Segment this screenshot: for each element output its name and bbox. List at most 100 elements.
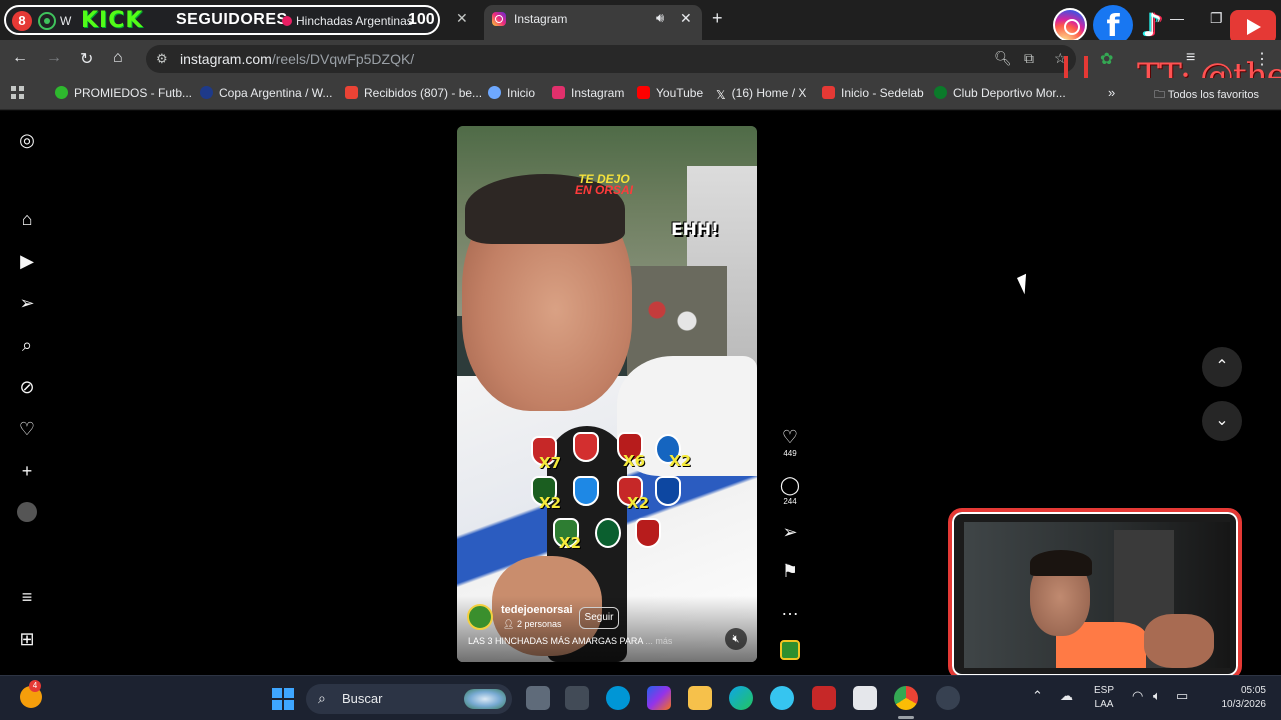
youtube-logo-icon [1230,10,1276,44]
bookmark-gmail[interactable]: Recibidos (807) - be... [345,86,482,102]
onedrive-icon[interactable]: ☁ [1060,688,1073,704]
search-icon[interactable]: ⌕ [17,335,37,355]
create-plus-icon[interactable]: + [17,461,37,481]
facebook-logo-icon: f [1093,5,1133,45]
task-view-icon[interactable] [526,686,550,710]
club-crest [655,476,681,506]
tab-audio-icon[interactable]: 🔊︎ [656,10,664,26]
store-icon[interactable] [853,686,877,710]
account-collab-count: 👤︎ 2 personas [503,619,562,629]
webcam-hair [1030,550,1092,576]
mute-icon[interactable]: 🔇︎ [725,628,747,650]
extension-icon[interactable]: ✿ [1100,49,1113,69]
follow-button[interactable]: Seguir [579,607,619,629]
notification-badge: 8 [12,11,32,31]
audio-track-thumbnail[interactable] [780,640,800,660]
next-reel-button[interactable]: ⌄ [1202,401,1242,441]
crest-multiplier: X2 [539,494,562,512]
crest-multiplier: X7 [539,454,562,472]
chrome-icon[interactable] [894,686,918,710]
bookmark-copa-argentina[interactable]: Copa Argentina / W... [200,86,332,102]
home-icon[interactable]: ⌂ [113,49,123,67]
webcam-arm [1144,614,1214,668]
more-options-button[interactable]: … [775,599,805,619]
direct-messages-icon[interactable]: ➢ [17,293,37,313]
account-avatar[interactable] [467,604,493,630]
more-menu-icon[interactable]: ≡ [17,587,37,607]
all-bookmarks-folder[interactable]: 🗀︎ Todos los favoritos [1154,86,1259,105]
instagram-logo-icon[interactable]: ◎ [17,130,37,150]
bookmark-youtube[interactable]: YouTube [637,86,703,102]
back-arrow-icon[interactable]: ← [12,49,28,67]
bookmark-sedelab[interactable]: Inicio - Sedelab [822,86,924,102]
bookmark-club-deportivo[interactable]: Club Deportivo Mor... [934,86,1066,102]
notifications-heart-icon[interactable]: ♡ [17,419,37,439]
close-tab-icon[interactable]: ✕ [680,10,692,27]
restore-icon[interactable]: ❐ [1210,10,1223,27]
volume-icon[interactable]: 🔈︎ [1153,688,1161,704]
widgets-icon[interactable] [565,686,589,710]
crest-multiplier: X6 [623,452,646,470]
file-explorer-icon[interactable] [688,686,712,710]
hp-app-icon[interactable] [606,686,630,710]
system-clock[interactable]: 05:05 10/3/2026 [1208,684,1267,712]
webcam-feed [964,522,1230,668]
profile-avatar[interactable] [17,502,37,522]
followers-label: SEGUIDORES [176,11,288,28]
wifi-icon[interactable]: ◠ [1132,688,1143,704]
edge-icon[interactable] [729,686,753,710]
previous-reel-button[interactable]: ⌃ [1202,347,1242,387]
language-indicator[interactable]: ESP LAA [1094,684,1114,712]
url-text[interactable]: instagram.com/reels/DVqwFp5DZQK/ [180,51,414,67]
bookmark-x[interactable]: 𝕏 (16) Home / X [716,86,806,102]
bookmark-instagram[interactable]: Instagram [552,86,624,102]
tab-kick-hinchadas[interactable]: 8 W KICK SEGUIDORES Hinchadas Argentinas… [4,5,440,35]
save-button[interactable]: ⚑ [775,561,805,581]
bookmarks-bar: PROMIEDOS - Futb... Copa Argentina / W..… [0,78,1281,110]
address-bar[interactable]: ⚙ instagram.com/reels/DVqwFp5DZQK/ 🔍︎ ⧉ … [146,45,1076,73]
like-button[interactable]: ♡ 449 [775,427,805,458]
reel-video[interactable]: TE DEJO EN ORSAI EHH! X7 X6 X2 X2 X2 X2 [457,126,757,662]
bookmark-promiedos[interactable]: PROMIEDOS - Futb... [55,86,192,102]
tab-favicon [282,16,292,26]
video-overlay-text: EHH! [671,220,719,240]
weather-badge: 4 [29,680,41,692]
send-icon: ➢ [782,522,798,542]
more-dots-icon: … [781,599,799,619]
mcafee-icon[interactable] [812,686,836,710]
apps-grid-icon[interactable] [11,86,25,100]
share-button[interactable]: ➢ [775,522,805,542]
battery-icon[interactable]: ▭ [1176,688,1188,704]
taskbar-search-box[interactable]: ⌕ Buscar [306,684,512,714]
copilot-icon[interactable] [647,686,671,710]
explore-icon[interactable]: ⊘ [17,377,37,397]
instagram-favicon-icon [492,12,506,26]
install-app-icon[interactable]: ⧉ [1024,50,1034,67]
windows-start-icon[interactable] [272,688,294,710]
also-from-meta-icon[interactable]: ⊞ [17,629,37,649]
crest-multiplier: X2 [669,452,692,470]
chat-app-icon[interactable] [770,686,794,710]
bookmark-inicio[interactable]: Inicio [488,86,535,102]
close-tab-icon[interactable]: ✕ [456,10,468,27]
account-name[interactable]: tedejoenorsai [501,604,573,616]
reels-icon[interactable]: ▶ [17,251,37,271]
site-settings-icon[interactable]: ⚙ [156,51,168,67]
new-tab-button[interactable]: + [712,8,723,29]
comment-icon: ◯ [779,475,801,495]
bookmark-icon: ⚑ [781,561,799,581]
reel-caption[interactable]: LAS 3 HINCHADAS MÁS AMARGAS PARA ... más [468,636,672,646]
club-crest [573,432,599,462]
obs-icon[interactable] [936,686,960,710]
instagram-sidebar: ◎ ⌂ ▶ ➢ ⌕ ⊘ ♡ + ≡ ⊞ [0,111,54,675]
zoom-icon[interactable]: 🔍︎ [994,50,1012,67]
home-icon[interactable]: ⌂ [17,209,37,229]
tab-instagram[interactable]: Instagram 🔊︎ ✕ [484,5,702,40]
comment-button[interactable]: ◯ 244 [775,475,805,506]
comment-count: 244 [783,497,797,506]
video-logo: TE DEJO EN ORSAI [575,172,634,197]
forward-arrow-icon[interactable]: → [46,49,62,67]
tray-overflow-icon[interactable]: ⌃ [1032,688,1043,704]
reload-icon[interactable]: ↻ [80,49,93,69]
bookmarks-more-icon[interactable]: » [1108,85,1115,100]
